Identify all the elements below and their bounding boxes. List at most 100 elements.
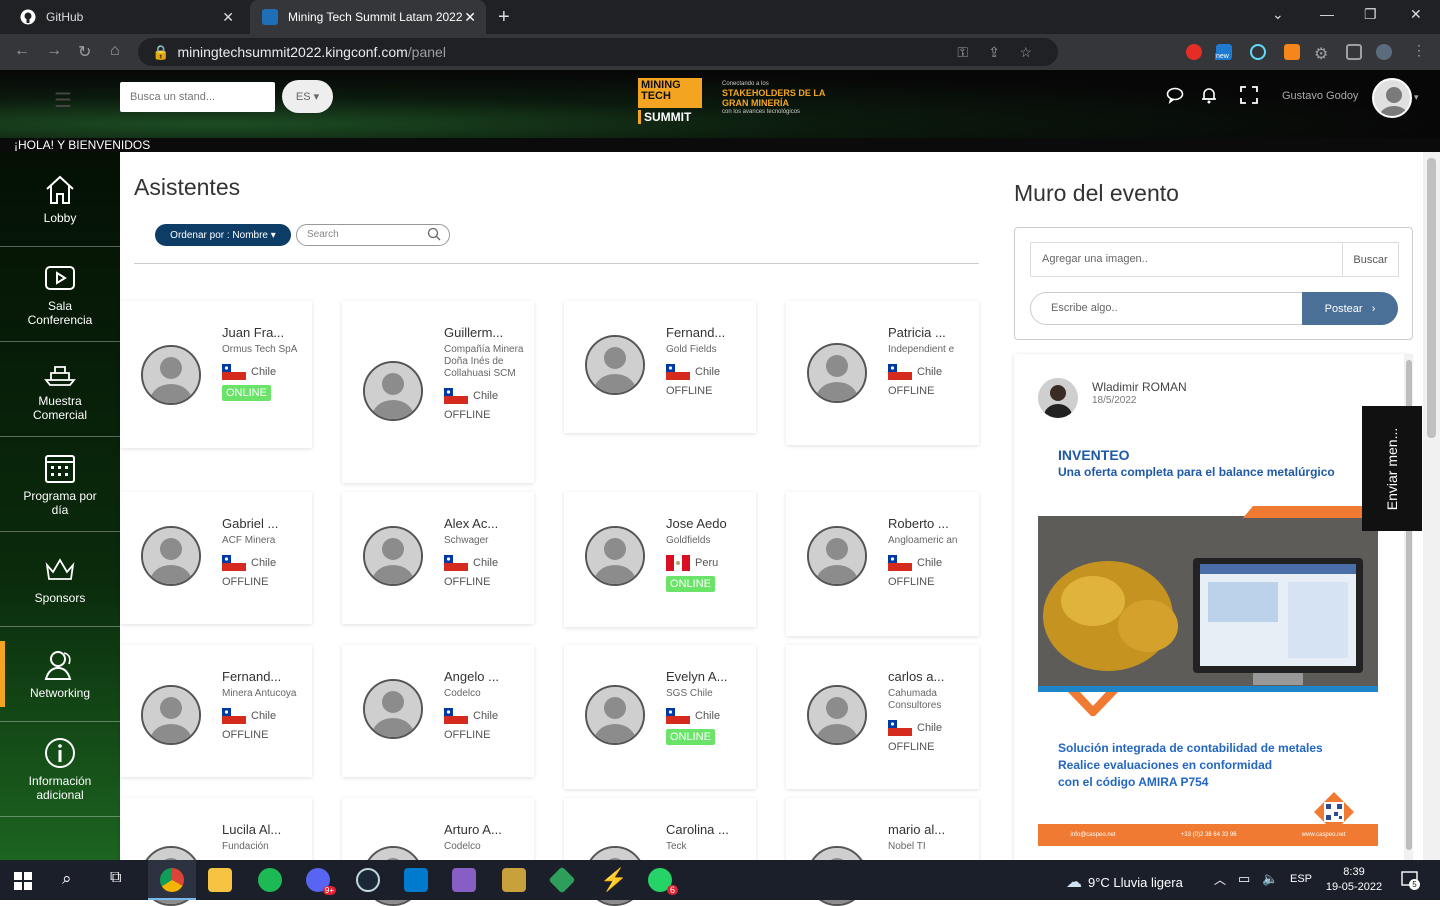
spotify-icon[interactable] [258, 868, 282, 892]
attendee-name[interactable]: Fernand... [666, 325, 748, 341]
attendee-name[interactable]: mario al... [888, 822, 970, 838]
minimize-icon[interactable]: — [1320, 6, 1334, 22]
sidebar-item-trade-show[interactable]: Muestra Comercial [0, 342, 120, 437]
input-language[interactable]: ESP [1290, 873, 1312, 885]
attendee-card[interactable]: Gabriel ... ACF Minera Chile OFFLINE [120, 492, 312, 624]
attendee-card[interactable]: Guillerm... Compañía Minera Doña Inés de … [342, 301, 534, 483]
vscode-icon[interactable] [404, 868, 428, 892]
attendee-card[interactable]: Evelyn A... SGS Chile Chile ONLINE [564, 645, 756, 789]
reload-icon[interactable]: ↻ [78, 42, 91, 62]
attendee-name[interactable]: Evelyn A... [666, 669, 748, 685]
attendee-card[interactable]: Alex Ac... Schwager Chile OFFLINE [342, 492, 534, 624]
profile-icon[interactable] [1376, 44, 1392, 60]
star-icon[interactable]: ☆ [1019, 44, 1032, 61]
maximize-icon[interactable]: ❐ [1364, 6, 1377, 23]
visual-studio-icon[interactable] [452, 868, 476, 892]
key-icon[interactable]: ⚿ [957, 44, 968, 61]
sidebar-item-conference[interactable]: Sala Conferencia [0, 247, 120, 342]
lightning-app-icon[interactable]: ⚡ [600, 868, 627, 892]
sidebar-item-lobby[interactable]: Lobby [0, 152, 120, 247]
search-icon[interactable] [427, 227, 441, 241]
attendee-name[interactable]: Guillerm... [444, 325, 526, 341]
share-icon[interactable]: ⇪ [988, 44, 1000, 61]
chevron-down-icon[interactable]: ▾ [1414, 92, 1419, 103]
file-explorer-icon[interactable] [208, 868, 232, 892]
windows-start-icon[interactable] [14, 872, 32, 890]
post-button[interactable]: Postear › [1302, 292, 1398, 325]
network-icon[interactable]: ▭ [1238, 871, 1250, 887]
attendee-card[interactable]: Jose Aedo Goldfields Peru ONLINE [564, 492, 756, 627]
back-icon[interactable]: ← [14, 42, 30, 60]
chrome-icon[interactable] [160, 868, 184, 892]
metamask-icon[interactable] [1284, 44, 1300, 60]
task-view-icon[interactable]: ⧉ [110, 869, 121, 887]
image-input[interactable]: Agregar una imagen.. [1030, 242, 1343, 277]
fullscreen-icon[interactable] [1240, 86, 1258, 109]
new-tab-icon[interactable]: + [498, 6, 510, 29]
tab-mining-tech[interactable]: Mining Tech Summit Latam 2022 ✕ [250, 0, 486, 34]
browse-button[interactable]: Buscar [1342, 242, 1399, 277]
attendee-name[interactable]: Fernand... [222, 669, 304, 685]
language-selector[interactable]: ES ▾ [282, 80, 333, 113]
chat-icon[interactable] [1166, 86, 1184, 109]
close-tab-icon[interactable]: ✕ [464, 9, 476, 26]
sidepanel-icon[interactable] [1346, 44, 1362, 60]
attendee-name[interactable]: Arturo A... [444, 822, 526, 838]
send-message-tab[interactable]: Enviar men... [1362, 406, 1422, 531]
sidebar-item-networking[interactable]: Networking [0, 627, 120, 722]
attendee-card[interactable]: Fernand... Minera Antucoya Chile OFFLINE [120, 645, 312, 777]
discord-icon[interactable]: 9+ [306, 868, 336, 895]
attendee-name[interactable]: Patricia ... [888, 325, 970, 341]
attendee-name[interactable]: Angelo ... [444, 669, 526, 685]
attendee-name[interactable]: Alex Ac... [444, 516, 526, 532]
browser-menu-icon[interactable]: ⋮ [1412, 42, 1428, 58]
page-scrollbar-thumb[interactable] [1427, 158, 1436, 438]
tab-search-icon[interactable]: ⌄ [1272, 6, 1284, 23]
steam-icon[interactable] [356, 868, 380, 892]
virtualbox-icon[interactable] [502, 868, 526, 892]
sidebar-item-info[interactable]: Información adicional [0, 722, 120, 817]
clock[interactable]: 8:39 19-05-2022 [1322, 865, 1386, 895]
close-window-icon[interactable]: ✕ [1410, 6, 1422, 23]
home-browser-icon[interactable]: ⌂ [110, 42, 120, 60]
react-devtools-icon[interactable] [1250, 44, 1266, 60]
extensions-puzzle-icon[interactable]: ⚙ [1314, 44, 1330, 63]
chevron-up-icon[interactable]: ︿ [1214, 871, 1226, 888]
gitkraken-icon[interactable] [548, 866, 576, 894]
tab-github[interactable]: GitHub ✕ [8, 0, 244, 34]
user-avatar[interactable] [1372, 78, 1412, 118]
search-icon[interactable]: ⌕ [62, 869, 72, 889]
extension-new-icon[interactable]: new [1215, 44, 1232, 60]
url-field[interactable]: 🔒 miningtechsummit2022.kingconf.com/pane… [138, 38, 1058, 66]
attendee-card[interactable]: Patricia ... Independient e Chile OFFLINE [786, 301, 979, 445]
forward-icon[interactable]: → [46, 42, 62, 60]
close-tab-icon[interactable]: ✕ [222, 9, 234, 26]
stand-search-input[interactable] [120, 82, 275, 112]
user-name[interactable]: Gustavo Godoy [1282, 90, 1358, 102]
sidebar-item-schedule[interactable]: Programa por día [0, 437, 120, 532]
attendee-card[interactable]: Angelo ... Codelco Chile OFFLINE [342, 645, 534, 777]
attendee-name[interactable]: Juan Fra... [222, 325, 304, 341]
whatsapp-icon[interactable]: 6 [648, 868, 678, 895]
hamburger-icon[interactable]: ☰ [54, 88, 72, 113]
attendee-card[interactable]: Roberto ... Angloameric an Chile OFFLINE [786, 492, 979, 636]
attendee-card[interactable]: Fernand... Gold Fields Chile OFFLINE [564, 301, 756, 433]
extension-red-icon[interactable] [1186, 44, 1202, 60]
notification-center-icon[interactable]: 5 [1400, 870, 1420, 890]
sort-dropdown[interactable]: Ordenar por : Nombre ▾ [155, 224, 291, 246]
attendee-name[interactable]: Lucila Al... [222, 822, 304, 838]
bell-icon[interactable] [1201, 86, 1217, 109]
attendee-card[interactable]: Juan Fra... Ormus Tech SpA Chile ONLINE [120, 301, 312, 448]
page-scrollbar[interactable] [1423, 152, 1440, 860]
sidebar-item-sponsors[interactable]: Sponsors [0, 532, 120, 627]
attendee-search-input[interactable]: Search [296, 224, 450, 246]
post-input[interactable]: Escribe algo.. [1030, 292, 1304, 325]
attendee-card[interactable]: carlos a... Cahumada Consultores Chile OFFL… [786, 645, 979, 789]
weather-widget[interactable]: ☁ 9°C Lluvia ligera [1066, 872, 1183, 892]
attendee-name[interactable]: Jose Aedo [666, 516, 748, 532]
attendee-name[interactable]: carlos a... [888, 669, 970, 685]
volume-icon[interactable]: 🔈 [1262, 871, 1278, 887]
attendee-name[interactable]: Roberto ... [888, 516, 970, 532]
attendee-name[interactable]: Carolina ... [666, 822, 748, 838]
attendee-name[interactable]: Gabriel ... [222, 516, 304, 532]
